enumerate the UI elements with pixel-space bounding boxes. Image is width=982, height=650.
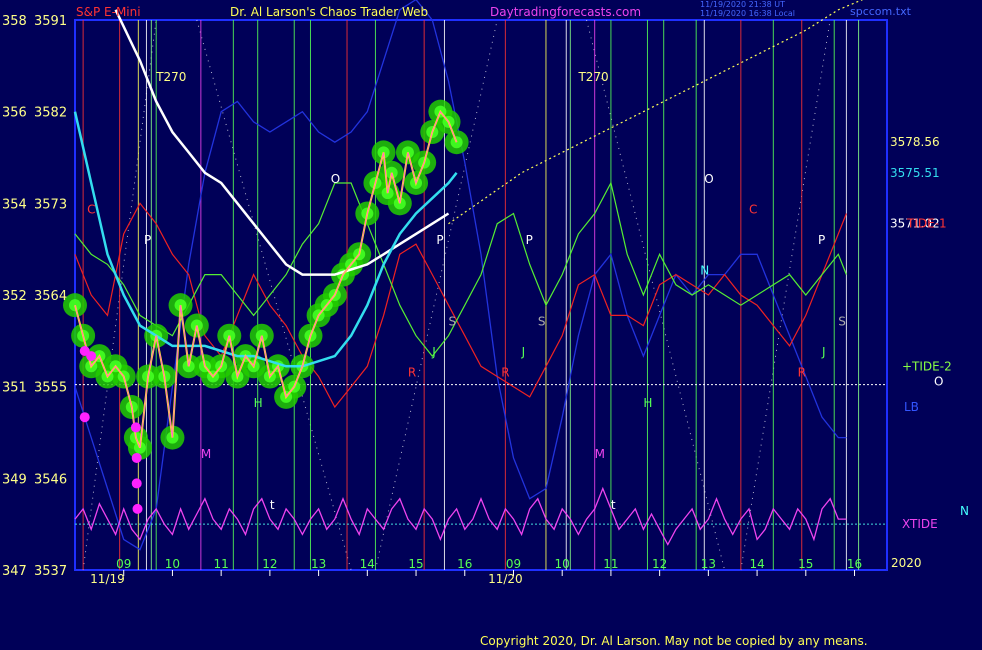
dotted-diagonal-4	[740, 19, 831, 571]
line-annotation-25: t	[611, 498, 616, 512]
line-annotation-16: J	[821, 345, 826, 359]
y-price-label-0: 3591	[34, 14, 67, 29]
line-annotation-14: J	[431, 345, 436, 359]
magenta-dot-2	[130, 422, 141, 433]
line-annotation-8: P	[526, 233, 533, 247]
x-hour-label-13: 14	[749, 557, 764, 571]
line-annotation-5: C	[749, 203, 757, 217]
line-annotation-11: S	[449, 315, 457, 329]
y-price-label-1: 3582	[34, 106, 67, 121]
line-annotation-13: S	[838, 315, 846, 329]
x-hour-label-15: 16	[847, 557, 862, 571]
y-index-label-6: 347	[2, 564, 27, 579]
y-index-label-4: 351	[2, 381, 27, 396]
y-index-label-2: 354	[2, 197, 27, 212]
x-hour-label-8: 09	[506, 557, 521, 571]
line-annotation-19: R	[798, 365, 806, 379]
line-annotation-21: H	[643, 396, 652, 410]
x-hour-label-12: 13	[701, 557, 716, 571]
right-label-8: N	[960, 504, 969, 518]
price-glow-core-49	[450, 136, 463, 149]
y-price-label-4: 3555	[34, 381, 67, 396]
year-label: 2020	[891, 556, 922, 570]
magenta-dot-1	[79, 412, 90, 423]
x-hour-label-4: 13	[311, 557, 326, 571]
line-annotation-20: H	[254, 396, 263, 410]
line-annotation-17: R	[408, 365, 416, 379]
symbol-label: S&P E-Mini	[76, 5, 141, 19]
y-price-label-6: 3537	[34, 564, 67, 579]
site-title: Dr. Al Larson's Chaos Trader Web	[230, 5, 429, 19]
timestamp-local: 11/19/2020 16:38 Local	[700, 9, 795, 18]
plot-frame	[74, 19, 888, 571]
x-hour-label-14: 15	[798, 557, 813, 571]
x-hour-label-11: 12	[652, 557, 667, 571]
x-hour-label-10: 11	[603, 557, 618, 571]
line-annotation-0: T270	[155, 70, 186, 84]
right-label-3: TIDE-1	[906, 217, 947, 231]
x-hour-label-2: 11	[214, 557, 229, 571]
y-price-label-3: 3564	[34, 289, 67, 304]
site-url[interactable]: Daytradingforecasts.com	[490, 5, 641, 19]
y-price-label-5: 3546	[34, 472, 67, 487]
magenta-dot-5	[132, 503, 143, 514]
line-annotation-18: R	[501, 365, 509, 379]
x-date-label-1: 11/20	[488, 572, 523, 586]
y-index-label-1: 356	[2, 106, 27, 121]
file-name: spccom.txt	[850, 5, 911, 18]
y-price-label-2: 3573	[34, 197, 67, 212]
line-annotation-9: P	[818, 233, 825, 247]
x-hour-label-1: 10	[165, 557, 180, 571]
price-glow-core-0	[69, 299, 81, 312]
tide-blue-line	[74, 0, 847, 551]
y-index-label-3: 352	[2, 289, 27, 304]
magenta-dot-4	[131, 478, 142, 489]
right-label-1: 3575.51	[890, 166, 940, 180]
x-hour-label-3: 12	[262, 557, 277, 571]
right-label-7: XTIDE	[902, 517, 938, 531]
x-hour-label-9: 10	[555, 557, 570, 571]
right-label-4: +TIDE-2	[902, 359, 952, 373]
x-date-label-0: 11/19	[90, 572, 125, 586]
line-annotation-23: M	[595, 447, 605, 461]
right-label-5: O	[934, 375, 943, 389]
line-annotation-24: t	[270, 498, 275, 512]
right-label-6: LB	[904, 400, 919, 414]
price-chart: 358 3591 356 3582 354 3573 352 3564 351 3555 349 35…	[2, 0, 969, 586]
line-annotation-2: O	[331, 172, 340, 186]
y-index-label-0: 358	[2, 14, 27, 29]
x-hour-label-7: 16	[457, 557, 472, 571]
line-annotation-3: O	[704, 172, 713, 186]
right-label-0: 3578.56	[890, 135, 940, 149]
x-hour-label-0: 09	[116, 557, 131, 571]
line-annotation-6: P	[144, 233, 151, 247]
line-annotation-22: M	[201, 447, 211, 461]
line-annotation-10: N	[700, 264, 709, 278]
x-hour-label-6: 15	[408, 557, 423, 571]
line-annotation-4: C	[87, 203, 95, 217]
line-annotation-7: P	[436, 233, 443, 247]
projection-dotted-line	[448, 0, 863, 225]
x-hour-label-5: 14	[360, 557, 375, 571]
magenta-dot-6	[86, 351, 97, 362]
timestamp-ut: 11/19/2020 21:38 UT	[700, 0, 785, 9]
copyright-notice: Copyright 2020, Dr. Al Larson. May not b…	[480, 634, 868, 648]
xtide-line	[74, 486, 847, 546]
line-annotation-12: S	[538, 315, 546, 329]
line-annotation-15: J	[521, 345, 526, 359]
y-index-label-5: 349	[2, 472, 27, 487]
line-annotation-1: T270	[577, 70, 608, 84]
magenta-dot-3	[131, 452, 142, 463]
